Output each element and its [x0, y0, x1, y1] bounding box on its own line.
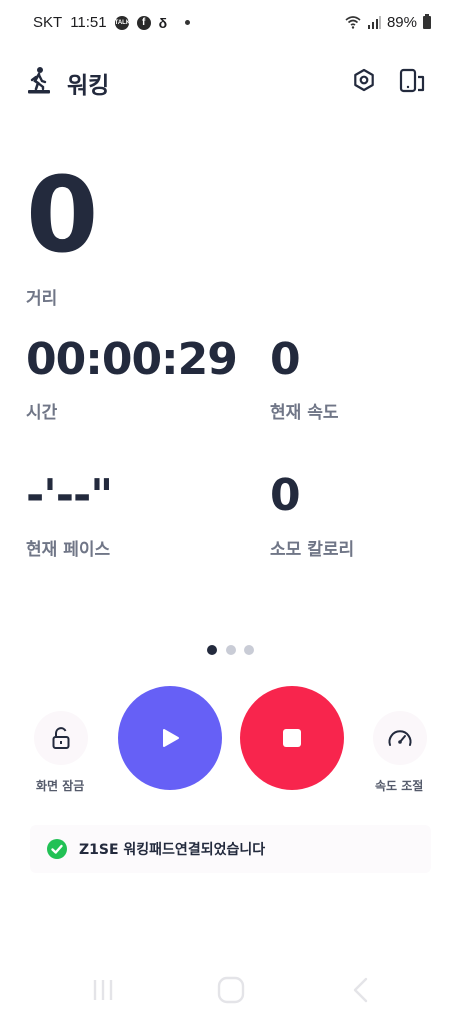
- calories-value: 0: [270, 470, 301, 521]
- wifi-icon: [345, 16, 361, 29]
- screen-lock-button[interactable]: [34, 711, 88, 765]
- page-indicator-dot-2[interactable]: [226, 645, 236, 655]
- recent-apps-icon[interactable]: [88, 975, 118, 1005]
- speed-adjust-button[interactable]: [373, 711, 427, 765]
- back-icon[interactable]: [346, 975, 376, 1005]
- home-icon[interactable]: [216, 975, 246, 1005]
- speed-label: 현재 속도: [270, 403, 339, 423]
- signal-icon: [367, 16, 381, 29]
- clock: 11:51: [70, 14, 107, 31]
- calories-label: 소모 칼로리: [270, 540, 355, 560]
- facebook-notification-icon: f: [136, 15, 151, 30]
- unlock-icon: [52, 727, 70, 749]
- time-value: 00:00:29: [26, 334, 238, 385]
- connection-status-banner: Z1SE 워킹패드연결되었습니다: [30, 825, 431, 873]
- stop-button[interactable]: [240, 686, 344, 790]
- speed-adjust-label: 속도 조절: [375, 779, 424, 793]
- pace-label: 현재 페이스: [26, 540, 111, 560]
- kakaotalk-notification-icon: TALK: [114, 15, 130, 30]
- distance-value: 0: [26, 154, 98, 276]
- carrier-label: SKT: [33, 14, 63, 31]
- distance-label: 거리: [26, 289, 58, 309]
- page-indicator-dot-3[interactable]: [244, 645, 254, 655]
- gear-icon[interactable]: [352, 68, 376, 92]
- status-left: SKT 11:51 TALK f δ: [33, 14, 191, 31]
- play-icon: [163, 729, 179, 747]
- more-notifications-dot-icon: [185, 20, 191, 25]
- walking-person-icon: [28, 67, 50, 94]
- page-indicator-dot-1[interactable]: [207, 645, 217, 655]
- status-right: 89%: [345, 14, 431, 31]
- battery-percent: 89%: [386, 14, 417, 31]
- check-circle-icon: [47, 839, 67, 859]
- speedometer-icon: [388, 730, 412, 746]
- start-button[interactable]: [118, 686, 222, 790]
- stop-icon: [283, 729, 301, 747]
- screen-lock-label: 화면 잠금: [36, 779, 85, 793]
- device-link-icon[interactable]: [399, 68, 425, 94]
- speed-value: 0: [270, 334, 301, 385]
- time-label: 시간: [26, 403, 58, 423]
- pace-value: -'--": [26, 470, 113, 521]
- app-notification-icon: δ: [158, 14, 168, 31]
- battery-icon: [423, 14, 431, 29]
- page-title: 워킹: [67, 73, 110, 99]
- connection-message: Z1SE 워킹패드연결되었습니다: [79, 842, 266, 858]
- status-bar: SKT 11:51 TALK f δ 89%: [0, 0, 461, 46]
